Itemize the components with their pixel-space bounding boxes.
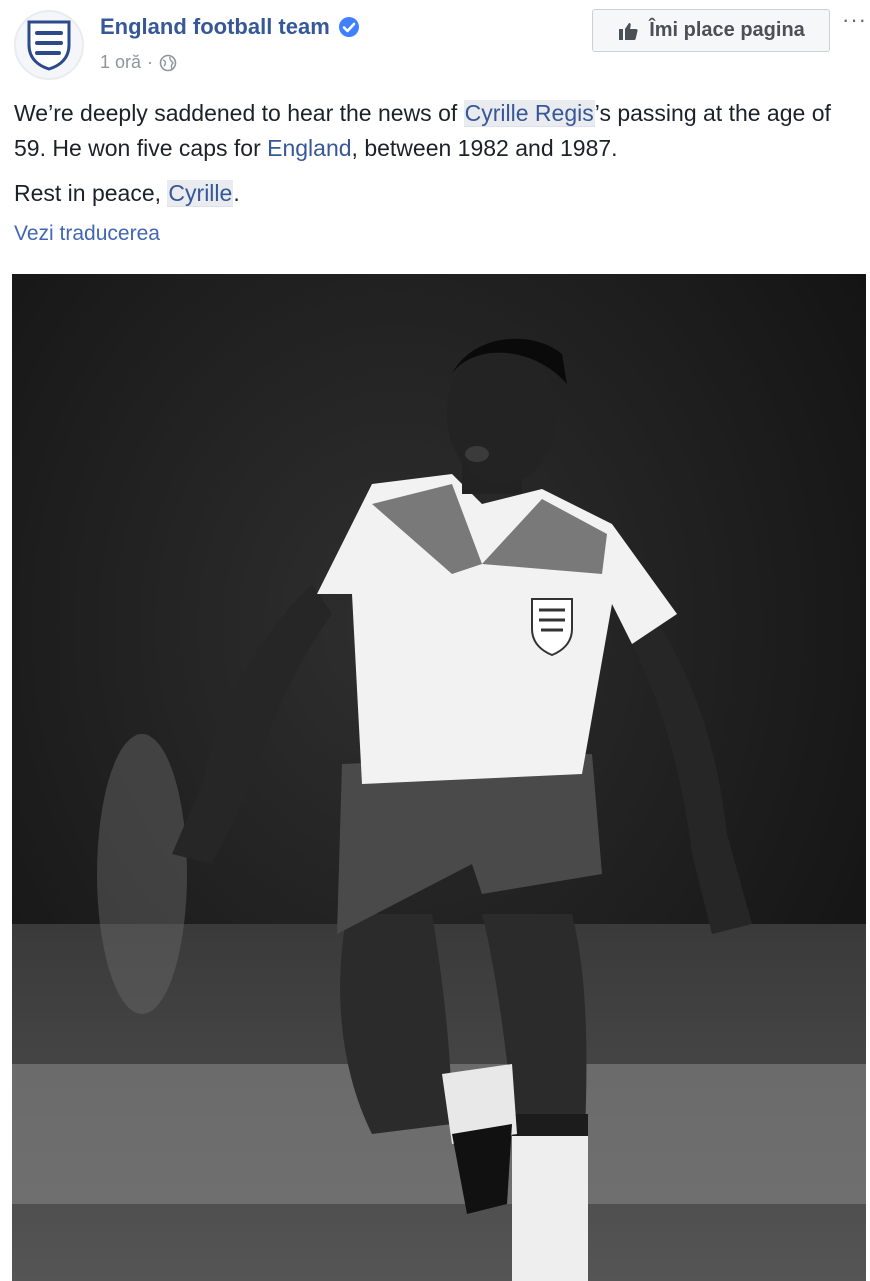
text-fragment: Rest in peace, [14,180,168,206]
like-page-button[interactable]: Îmi place pagina [592,9,830,52]
text-fragment: , between 1982 and 1987. [351,135,618,161]
post-message: We’re deeply saddened to hear the news o… [14,96,856,221]
meta-separator: · [147,52,154,72]
verified-badge-icon [338,17,359,37]
post-meta: 1 oră · [100,52,177,73]
post-header: England football team 1 oră · Îmi place … [0,0,870,90]
more-options-icon[interactable]: ··· [842,9,870,34]
text-fragment: . [233,180,240,206]
globe-icon[interactable] [159,54,177,72]
see-translation-link[interactable]: Vezi traducerea [14,222,160,246]
page-link-england[interactable]: England [267,135,351,161]
post-paragraph-2: Rest in peace, Cyrille. [14,176,856,211]
thumbs-up-icon [619,22,638,40]
football-player-photo [12,274,866,1281]
page-avatar[interactable] [14,10,84,80]
text-fragment: We’re deeply saddened to hear the news o… [14,100,464,126]
page-name[interactable]: England football team [100,14,360,40]
page-name-label[interactable]: England football team [100,14,330,40]
post-timestamp[interactable]: 1 oră [100,52,141,73]
like-page-label: Îmi place pagina [649,19,805,41]
three-lions-crest-icon [27,20,71,71]
post-photo[interactable] [12,274,866,1281]
post-paragraph-1: We’re deeply saddened to hear the news o… [14,96,856,166]
mention-cyrille[interactable]: Cyrille [167,180,234,207]
mention-cyrille-regis[interactable]: Cyrille Regis [463,100,595,127]
